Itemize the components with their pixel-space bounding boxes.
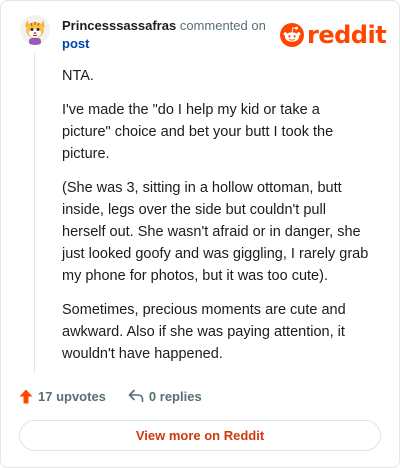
upvote-stat[interactable]: 17 upvotes — [19, 389, 106, 404]
comment-footer: 17 upvotes 0 replies — [19, 386, 202, 406]
reddit-logo-icon — [280, 23, 304, 47]
upvote-arrow-icon[interactable] — [19, 389, 33, 404]
reddit-logo[interactable]: reddit — [280, 21, 387, 49]
comment-body: NTA. I've made the "do I help my kid or … — [62, 65, 372, 377]
post-link[interactable]: post — [62, 35, 89, 52]
snoo-avatar-icon — [20, 15, 50, 45]
upvotes-count: 17 upvotes — [38, 388, 106, 404]
comment-header: Princesssassafras commented on post — [62, 17, 272, 52]
reddit-comment-embed: Princesssassafras commented on post redd… — [0, 0, 400, 468]
comment-paragraph: I've made the "do I help my kid or take … — [62, 102, 334, 162]
avatar[interactable] — [20, 15, 50, 45]
reply-arrow-icon[interactable] — [128, 389, 144, 403]
thread-line — [34, 53, 35, 373]
comment-paragraph: Sometimes, precious moments are cute and… — [62, 302, 346, 362]
comment-paragraph: NTA. — [62, 68, 94, 84]
comment-paragraph: (She was 3, sitting in a hollow ottoman,… — [62, 180, 369, 284]
author-name[interactable]: Princesssassafras — [62, 18, 176, 33]
action-text: commented on — [179, 18, 266, 33]
replies-count: 0 replies — [148, 388, 202, 404]
reply-stat[interactable]: 0 replies — [128, 389, 202, 404]
reddit-wordmark: reddit — [307, 21, 387, 49]
view-more-button[interactable]: View more on Reddit — [19, 420, 381, 451]
